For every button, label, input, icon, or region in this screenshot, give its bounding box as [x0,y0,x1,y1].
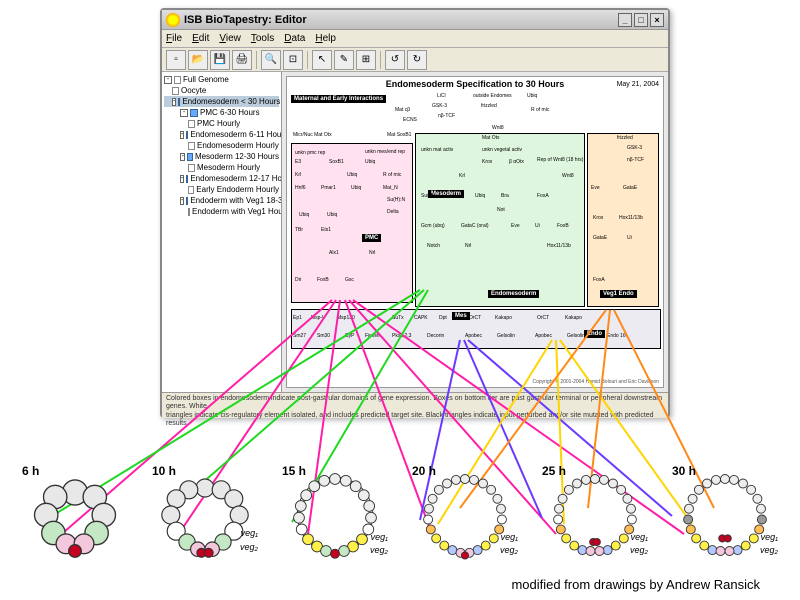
window-title: ISB BioTapestry: Editor [184,14,307,26]
tree-item[interactable]: Mesoderm 12-30 Hours [195,152,279,161]
menu-help[interactable]: Help [315,33,336,44]
diagram-canvas[interactable]: Endomesoderm Specification to 30 Hours M… [282,72,668,392]
embryo-20h: 20 h veg₁ veg₂ [420,470,510,560]
embryo-10h: 10 h veg₁ veg₂ [160,470,250,560]
tool-c-button[interactable]: ↺ [385,50,405,70]
embryo-30h: 30 h veg₁ veg₂ [680,470,770,560]
menu-file[interactable]: FFileile [166,33,182,44]
new-button[interactable]: ▫ [166,50,186,70]
tree-item[interactable]: Endomesoderm < 30 Hours [182,97,280,106]
embryo-15h: 15 h veg₁ veg₂ [290,470,380,560]
menubar: FFileile Edit View Tools Data Help [162,30,668,48]
embryo-25h: 25 h veg₁ veg₂ [550,470,640,560]
menu-tools[interactable]: Tools [251,33,274,44]
veg1-label: Veg1 Endo [600,290,637,298]
menu-edit[interactable]: Edit [192,33,209,44]
app-window: ISB BioTapestry: Editor _ □ × FFileile E… [160,8,670,418]
maternal-label: Maternal and Early Interactions [291,95,386,103]
tool-a-button[interactable]: ✎ [334,50,354,70]
mes-label: Mes [452,312,470,320]
embryo-row: 6 h 10 h [10,450,790,560]
tool-b-button[interactable]: ⊞ [356,50,376,70]
tree-item[interactable]: Endomesoderm 12-17 Hours [190,174,282,183]
attribution: modified from drawings by Andrew Ransick [511,577,760,592]
tree-item[interactable]: Mesoderm Hourly [197,163,260,172]
open-button[interactable]: 📂 [188,50,208,70]
tree-item[interactable]: PMC 6-30 Hours [200,108,260,117]
tree-item[interactable]: Endomesoderm 6-11 Hours [190,130,282,139]
model-tree[interactable]: -Full Genome Oocyte -Endomesoderm < 30 H… [162,72,282,392]
menu-view[interactable]: View [219,33,241,44]
tree-item[interactable]: Endoderm with Veg1 Hourly [192,207,282,216]
menu-data[interactable]: Data [284,33,305,44]
close-button[interactable]: × [650,13,664,27]
endo2-label: Endo [584,330,605,338]
footer-text: Colored boxes in endomesoderm indicate p… [162,392,668,418]
tree-item[interactable]: PMC Hourly [197,119,240,128]
titlebar[interactable]: ISB BioTapestry: Editor _ □ × [162,10,668,30]
maximize-button[interactable]: □ [634,13,648,27]
tree-item[interactable]: Early Endoderm Hourly [196,185,279,194]
diagram-date: May 21, 2004 [617,81,659,88]
endomesoderm-label: Endomesoderm [488,290,539,298]
embryo-6h: 6 h [30,470,120,560]
app-icon [166,13,180,27]
select-button[interactable]: ↖ [312,50,332,70]
diagram-copyright: Copyright © 2001-2004 Hamid Bolouri and … [532,379,659,385]
save-button[interactable]: 💾 [210,50,230,70]
pmc-label: PMC [362,234,381,242]
minimize-button[interactable]: _ [618,13,632,27]
tree-root[interactable]: Full Genome [183,75,229,84]
tree-item[interactable]: Oocyte [181,86,206,95]
toolbar: ▫ 📂 💾 🖨 🔍 ⊡ ↖ ✎ ⊞ ↺ ↻ [162,48,668,72]
fit-button[interactable]: ⊡ [283,50,303,70]
diagram-title: Endomesoderm Specification to 30 Hours [287,77,663,91]
tree-item[interactable]: Endoderm with Veg1 18-30 Hours [190,196,282,205]
tree-item[interactable]: Endomesoderm Hourly [197,141,279,150]
network-diagram: Endomesoderm Specification to 30 Hours M… [286,76,664,388]
zoom-button[interactable]: 🔍 [261,50,281,70]
print-button[interactable]: 🖨 [232,50,252,70]
tool-d-button[interactable]: ↻ [407,50,427,70]
